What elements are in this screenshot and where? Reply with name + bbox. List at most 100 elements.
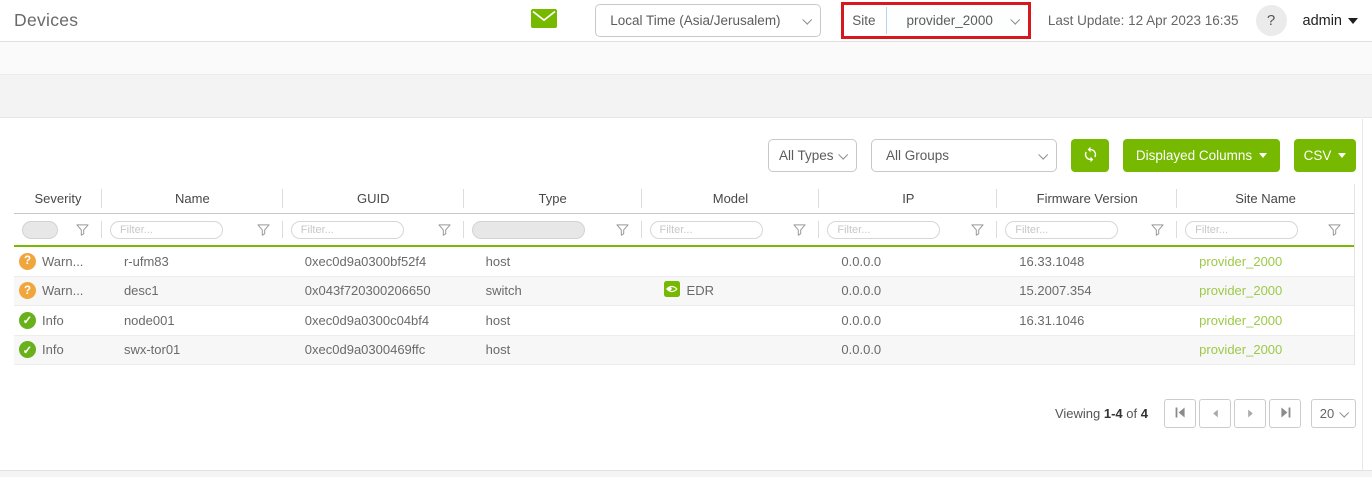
chevron-down-icon: [838, 150, 848, 160]
severity-warning-icon: ?: [19, 253, 36, 270]
column-header-label: Severity: [34, 191, 81, 206]
column-header-guid[interactable]: GUID: [283, 184, 464, 213]
site-name-link[interactable]: provider_2000: [1199, 283, 1282, 298]
severity-text: Info: [42, 313, 64, 328]
table-toolbar: All Types All Groups Displayed Columns C…: [0, 139, 1356, 172]
filter-input[interactable]: [827, 221, 940, 239]
funnel-icon[interactable]: [616, 224, 629, 236]
filter-input[interactable]: [1185, 221, 1298, 239]
first-page-button[interactable]: [1164, 399, 1196, 428]
column-header-label: Firmware Version: [1037, 191, 1138, 206]
filter-cell: [102, 214, 283, 245]
groups-filter-select[interactable]: All Groups: [871, 139, 1057, 172]
firmware-cell: 16.31.1046: [997, 313, 1177, 328]
column-header-name[interactable]: Name: [102, 184, 283, 213]
table-row[interactable]: ?Warn...desc10x043f720300206650switchEDR…: [14, 277, 1354, 307]
severity-text: Warn...: [42, 283, 83, 298]
refresh-button[interactable]: [1071, 139, 1109, 172]
column-header-label: IP: [902, 191, 914, 206]
devices-content: All Types All Groups Displayed Columns C…: [0, 139, 1372, 428]
filter-select[interactable]: [472, 221, 585, 239]
site-name-cell: provider_2000: [1177, 283, 1354, 298]
chevron-down-icon: [1038, 150, 1048, 160]
table-filter-row: [14, 214, 1354, 247]
column-header-label: Model: [713, 191, 748, 206]
funnel-icon[interactable]: [257, 224, 270, 236]
scrollbar-track[interactable]: [1362, 119, 1363, 470]
filter-cell: [14, 214, 102, 245]
caret-down-icon: [1348, 18, 1358, 24]
page-size-select[interactable]: 20: [1311, 399, 1356, 428]
guid-cell: 0x043f720300206650: [283, 283, 464, 298]
next-page-icon: [1246, 405, 1255, 423]
severity-info-icon: ✓: [19, 341, 36, 358]
user-menu[interactable]: admin: [1303, 13, 1359, 29]
site-name-link[interactable]: provider_2000: [1199, 254, 1282, 269]
site-select[interactable]: provider_2000: [886, 7, 1022, 34]
site-label: Site: [852, 13, 875, 28]
column-header-label: GUID: [357, 191, 390, 206]
severity-text: Warn...: [42, 254, 83, 269]
refresh-icon: [1082, 146, 1099, 166]
next-page-button[interactable]: [1234, 399, 1266, 428]
chevron-down-icon: [1010, 15, 1020, 25]
guid-cell: 0xec0d9a0300c04bf4: [283, 313, 464, 328]
filter-input[interactable]: [1005, 221, 1118, 239]
column-header-model[interactable]: Model: [642, 184, 820, 213]
column-header-ip[interactable]: IP: [819, 184, 997, 213]
site-name-link[interactable]: provider_2000: [1199, 342, 1282, 357]
site-name-cell: provider_2000: [1177, 313, 1354, 328]
column-header-site-name[interactable]: Site Name: [1177, 184, 1354, 213]
severity-text: Info: [42, 342, 64, 357]
filter-select[interactable]: [22, 221, 58, 239]
column-header-label: Name: [175, 191, 210, 206]
name-cell: r-ufm83: [102, 254, 283, 269]
funnel-icon[interactable]: [971, 224, 984, 236]
username: admin: [1303, 13, 1343, 29]
funnel-icon[interactable]: [793, 224, 806, 236]
funnel-icon[interactable]: [438, 224, 451, 236]
site-annotation-box: Site provider_2000: [841, 2, 1031, 39]
funnel-icon[interactable]: [1328, 224, 1341, 236]
filter-input[interactable]: [110, 221, 223, 239]
last-page-button[interactable]: [1269, 399, 1301, 428]
viewing-of: of: [1126, 406, 1137, 421]
mail-button[interactable]: [531, 9, 557, 33]
ip-cell: 0.0.0.0: [819, 313, 997, 328]
table-row[interactable]: ✓Infoswx-tor010xec0d9a0300469ffchost0.0.…: [14, 336, 1354, 366]
column-header-severity[interactable]: Severity: [14, 184, 102, 213]
viewing-range: 1-4: [1104, 406, 1123, 421]
site-name-link[interactable]: provider_2000: [1199, 313, 1282, 328]
column-header-type[interactable]: Type: [464, 184, 642, 213]
type-cell: host: [464, 254, 642, 269]
csv-label: CSV: [1304, 148, 1332, 163]
funnel-icon[interactable]: [1151, 224, 1164, 236]
devices-table: Severity Name GUID Type Model IP Firmware Vers…: [14, 184, 1355, 365]
timezone-value: Local Time (Asia/Jerusalem): [610, 13, 803, 28]
filter-input[interactable]: [650, 221, 763, 239]
guid-cell: 0xec0d9a0300469ffc: [283, 342, 464, 357]
table-header-row: Severity Name GUID Type Model IP Firmware Vers…: [14, 184, 1354, 214]
help-button[interactable]: ?: [1256, 5, 1287, 36]
displayed-columns-button[interactable]: Displayed Columns: [1123, 139, 1280, 172]
name-cell: node001: [102, 313, 283, 328]
caret-down-icon: [1338, 153, 1346, 158]
question-icon: ?: [1267, 12, 1275, 29]
filter-cell: [997, 214, 1177, 245]
site-name-cell: provider_2000: [1177, 342, 1354, 357]
column-header-label: Site Name: [1235, 191, 1296, 206]
filter-input[interactable]: [291, 221, 404, 239]
column-header-firmware-version[interactable]: Firmware Version: [997, 184, 1177, 213]
last-page-icon: [1280, 405, 1291, 423]
funnel-icon[interactable]: [76, 224, 89, 236]
timezone-select[interactable]: Local Time (Asia/Jerusalem): [595, 4, 821, 37]
csv-button[interactable]: CSV: [1294, 139, 1356, 172]
table-row[interactable]: ?Warn...r-ufm830xec0d9a0300bf52f4host0.0…: [14, 247, 1354, 277]
prev-page-button[interactable]: [1199, 399, 1231, 428]
table-row[interactable]: ✓Infonode0010xec0d9a0300c04bf4host0.0.0.…: [14, 306, 1354, 336]
types-filter-select[interactable]: All Types: [768, 139, 857, 172]
prev-page-icon: [1211, 405, 1220, 423]
guid-cell: 0xec0d9a0300bf52f4: [283, 254, 464, 269]
name-cell: swx-tor01: [102, 342, 283, 357]
nvidia-eye-icon: [664, 281, 680, 300]
